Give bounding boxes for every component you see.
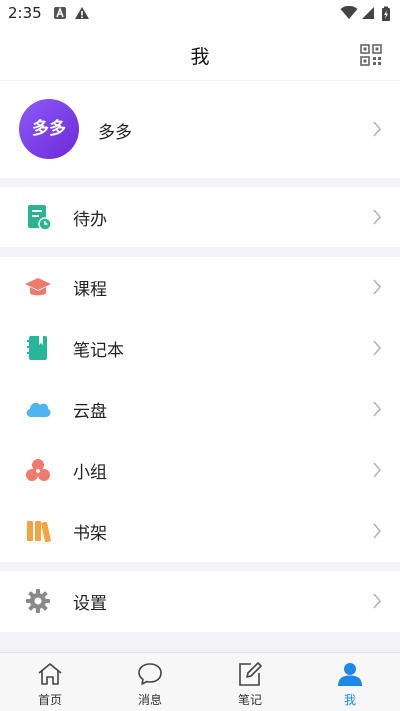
main-menu-section: 课程 笔记本 云盘 小组 书架	[0, 257, 400, 562]
menu-item-label: 书架	[73, 524, 107, 544]
menu-item-notebook[interactable]: 笔记本	[0, 318, 400, 378]
notebook-icon	[27, 336, 47, 360]
avatar[interactable]: 多多	[19, 99, 79, 159]
chevron-right-icon	[373, 209, 382, 225]
menu-item-label: 待办	[73, 210, 107, 230]
menu-item-cloud[interactable]: 云盘	[0, 379, 400, 439]
chevron-right-icon	[373, 401, 382, 417]
chevron-right-icon	[373, 462, 382, 478]
todo-icon	[28, 205, 52, 231]
tab-label: 我	[343, 693, 356, 707]
menu-item-settings[interactable]: 设置	[0, 571, 400, 631]
cloud-icon	[26, 402, 51, 417]
menu-item-label: 小组	[73, 463, 107, 483]
wifi-icon	[340, 6, 358, 19]
tab-home[interactable]: 首页	[0, 653, 100, 711]
chat-bubble-icon	[138, 663, 162, 685]
qr-code-icon[interactable]	[360, 44, 382, 66]
bookshelf-icon	[27, 521, 51, 543]
chevron-right-icon	[373, 523, 382, 539]
menu-item-label: 笔记本	[73, 341, 124, 361]
chevron-right-icon	[373, 340, 382, 356]
notification-a-icon	[54, 6, 66, 19]
tab-messages[interactable]: 消息	[100, 653, 200, 711]
group-icon	[26, 459, 50, 481]
menu-item-bookshelf[interactable]: 书架	[0, 501, 400, 561]
tab-label: 笔记	[237, 693, 262, 707]
menu-item-label: 设置	[73, 594, 107, 614]
tab-me[interactable]: 我	[300, 653, 400, 711]
menu-item-todo[interactable]: 待办	[0, 187, 400, 247]
menu-item-label: 课程	[73, 280, 107, 300]
gear-icon	[26, 589, 50, 613]
battery-charging-icon	[382, 6, 390, 21]
menu-item-group[interactable]: 小组	[0, 440, 400, 500]
tab-label: 首页	[37, 693, 62, 707]
chevron-right-icon	[373, 121, 382, 137]
todo-section: 待办	[0, 187, 400, 247]
settings-section: 设置	[0, 571, 400, 632]
bottom-tab-bar: 首页 消息 笔记 我	[0, 652, 400, 711]
chevron-right-icon	[373, 279, 382, 295]
page-title: 我	[190, 46, 210, 68]
status-bar: 2:35	[0, 0, 400, 28]
profile-name: 多多	[98, 123, 132, 143]
page-header: 我	[0, 28, 400, 80]
graduation-cap-icon	[25, 278, 51, 296]
menu-item-label: 云盘	[73, 402, 107, 422]
warning-icon	[75, 7, 89, 19]
menu-item-course[interactable]: 课程	[0, 257, 400, 317]
status-time: 2:35	[8, 4, 42, 22]
tab-notes[interactable]: 笔记	[200, 653, 300, 711]
signal-icon	[362, 7, 374, 19]
chevron-right-icon	[373, 593, 382, 609]
tab-label: 消息	[137, 693, 162, 707]
edit-note-icon	[239, 662, 262, 686]
person-icon	[338, 663, 362, 686]
home-icon	[38, 663, 62, 685]
